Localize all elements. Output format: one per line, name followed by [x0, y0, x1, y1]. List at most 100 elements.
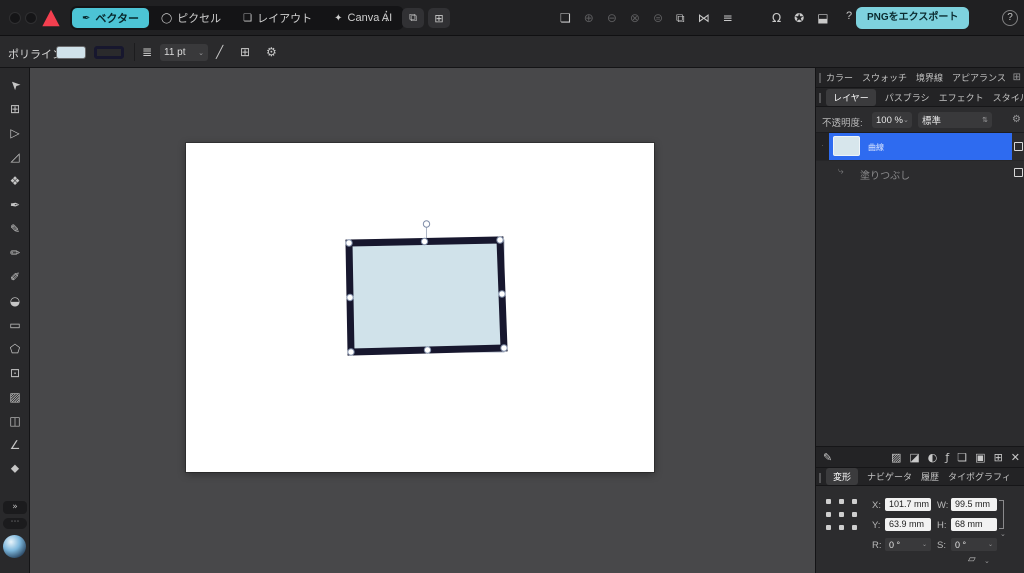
grid-options-button[interactable]: ⊞: [428, 8, 450, 28]
rotation-handle[interactable]: [423, 221, 429, 227]
shape-tool[interactable]: ⬠: [4, 338, 26, 359]
x-field[interactable]: 101.7 mm: [885, 498, 931, 511]
edge-handle-bottom[interactable]: [424, 347, 430, 353]
boolean-intersect-icon[interactable]: ⊗: [630, 11, 640, 25]
layer-row-selected[interactable]: · 曲線: [816, 133, 1024, 160]
stroke-color-swatch[interactable]: [94, 46, 124, 59]
duplicate-icon[interactable]: ⧉: [676, 11, 685, 26]
fill-color-swatch[interactable]: [56, 46, 86, 59]
layers-stack-icon[interactable]: ❏: [560, 11, 571, 25]
layer-thumbnail[interactable]: [833, 136, 860, 156]
pressure-profile-icon[interactable]: ⊞: [240, 45, 250, 59]
opacity-field[interactable]: 100 % ⌄: [872, 112, 912, 128]
y-field[interactable]: 63.9 mm: [885, 518, 931, 531]
node-tool[interactable]: ▷: [4, 122, 26, 143]
tab-color[interactable]: カラー: [826, 71, 853, 84]
place-image-icon[interactable]: ▨: [891, 451, 901, 464]
h-field[interactable]: 68 mm: [951, 518, 997, 531]
corner-handle-br[interactable]: [501, 345, 507, 351]
tab-swatches[interactable]: スウォッチ: [862, 71, 907, 84]
transform-tool[interactable]: ⊞: [4, 98, 26, 119]
alignment-icon[interactable]: ≡: [723, 11, 733, 25]
fx-icon[interactable]: ƒ: [945, 451, 949, 464]
persona-tab-vector[interactable]: ✒ ベクター: [72, 8, 149, 28]
tab-layers[interactable]: レイヤー: [826, 89, 876, 106]
panel-options-icon[interactable]: ⊞: [1013, 72, 1021, 83]
studio-preset-icon[interactable]: ⬓: [817, 11, 828, 25]
help-badge[interactable]: ?: [1002, 10, 1018, 26]
adjustment-icon[interactable]: ◐: [928, 451, 938, 464]
window-close-button[interactable]: [9, 12, 21, 24]
color-sphere[interactable]: [3, 535, 26, 558]
shear-field[interactable]: 0 ° ⌄: [951, 538, 997, 551]
stroke-style-icon[interactable]: ╱: [216, 45, 223, 59]
panel-grip[interactable]: [819, 473, 821, 483]
mask-icon[interactable]: ◪: [909, 451, 919, 464]
node-pencil-tool[interactable]: ✎: [4, 218, 26, 239]
corner-tool[interactable]: ◿: [4, 146, 26, 167]
more-menu-icon[interactable]: ⋮: [380, 9, 393, 24]
vector-brush-tool[interactable]: ✐: [4, 266, 26, 287]
pencil-tool[interactable]: ✏: [4, 242, 26, 263]
tab-transform[interactable]: 変形: [826, 468, 858, 485]
fill-visibility-checkbox[interactable]: [1014, 168, 1023, 177]
chevron-down-icon[interactable]: ⌄: [984, 557, 990, 565]
tab-effects[interactable]: エフェクト: [939, 91, 984, 104]
tab-typography[interactable]: タイポグラフィ: [948, 470, 1011, 483]
measure-tool[interactable]: ∠: [4, 434, 26, 455]
persona-tab-pixel[interactable]: ◯ ピクセル: [151, 8, 231, 28]
crop-tool[interactable]: ⊡: [4, 362, 26, 383]
fill-tool[interactable]: ◒: [4, 290, 26, 311]
w-field[interactable]: 99.5 mm: [951, 498, 997, 511]
stroke-width-icon[interactable]: ≣: [142, 45, 152, 59]
tab-stroke[interactable]: 境界線: [916, 71, 943, 84]
gear-icon[interactable]: ⚙: [1012, 114, 1021, 125]
persona-tab-layout[interactable]: ❏ レイアウト: [233, 8, 322, 28]
tab-navigator[interactable]: ナビゲータ: [867, 470, 912, 483]
gear-icon[interactable]: ⚙: [266, 45, 277, 59]
fill-sublayer-row[interactable]: ⤷ 塗りつぶし: [816, 160, 1024, 184]
stroke-width-field[interactable]: 11 pt ⌄: [160, 44, 208, 61]
point-transform-tool[interactable]: ❖: [4, 170, 26, 191]
rotation-field[interactable]: 0 ° ⌄: [885, 538, 931, 551]
edit-icon[interactable]: ✎: [823, 451, 832, 464]
more-tools-button[interactable]: ⋯: [3, 518, 27, 529]
chevron-down-icon[interactable]: ⌄: [1013, 92, 1021, 103]
tab-appearance[interactable]: アピアランス: [952, 71, 1006, 84]
tab-path-brushes[interactable]: パスブラシ: [885, 91, 930, 104]
polyline-shape[interactable]: [349, 240, 504, 352]
pen-tool[interactable]: ✒: [4, 194, 26, 215]
edge-handle-right[interactable]: [499, 291, 505, 297]
vector-crop-tool[interactable]: ◫: [4, 410, 26, 431]
corner-handle-tl[interactable]: [346, 240, 352, 246]
group-icon[interactable]: ▣: [975, 451, 985, 464]
anchor-point-selector[interactable]: [826, 499, 857, 530]
assets-icon[interactable]: ⊞: [994, 451, 1003, 464]
expand-tools-button[interactable]: »: [3, 501, 27, 514]
export-png-button[interactable]: PNGをエクスポート: [856, 7, 969, 29]
tab-history[interactable]: 履歴: [921, 470, 939, 483]
snapping-icon[interactable]: Ω: [772, 11, 781, 25]
boolean-subtract-icon[interactable]: ⊖: [607, 11, 617, 25]
layer-row-highlight[interactable]: 曲線: [829, 133, 1012, 160]
rectangle-tool[interactable]: ▭: [4, 314, 26, 335]
insert-artboard-button[interactable]: ⧉: [402, 8, 424, 28]
move-tool[interactable]: ➤: [4, 74, 26, 95]
place-image-tool[interactable]: ▨: [4, 386, 26, 407]
flip-horizontal-icon[interactable]: ⋈: [698, 11, 710, 25]
color-picker-tool[interactable]: ⬥: [4, 458, 26, 479]
corner-handle-tr[interactable]: [497, 237, 503, 243]
chevron-down-icon[interactable]: ⌄: [1000, 530, 1006, 538]
boolean-add-icon[interactable]: ⊕: [584, 11, 594, 25]
corner-handle-bl[interactable]: [348, 349, 354, 355]
layer-visibility-checkbox[interactable]: [1014, 142, 1023, 151]
blend-mode-field[interactable]: 標準 ⇅: [918, 112, 992, 128]
shear-mode-icon[interactable]: ▱: [968, 554, 976, 565]
canvas-viewport[interactable]: [30, 68, 815, 573]
edge-handle-left[interactable]: [347, 294, 353, 300]
window-minimize-button[interactable]: [25, 12, 37, 24]
edge-handle-top[interactable]: [421, 238, 427, 244]
panel-grip[interactable]: [819, 93, 821, 103]
aspect-link-icon[interactable]: [999, 500, 1004, 529]
new-layer-icon[interactable]: ❏: [957, 451, 967, 464]
